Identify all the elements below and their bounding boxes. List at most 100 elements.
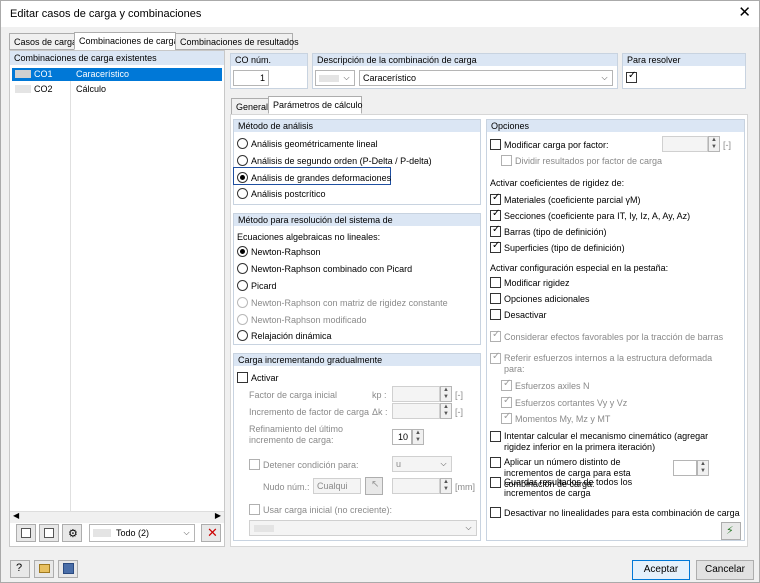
increment-factor-unit: [-] <box>455 407 463 417</box>
divide-results-checkbox[interactable] <box>501 155 512 166</box>
radio-picard[interactable] <box>237 280 248 291</box>
modify-load-input[interactable] <box>662 136 708 152</box>
calculation-settings-icon[interactable]: ⚡ <box>721 522 741 540</box>
favorable-effects-checkbox[interactable] <box>490 329 501 342</box>
co-number-input[interactable]: 1 <box>233 70 269 86</box>
radio-newton-raphson-picard[interactable] <box>237 263 248 274</box>
tab-calculation-parameters[interactable]: Parámetros de cálculo <box>268 96 363 114</box>
tab-general[interactable]: General <box>231 98 269 115</box>
materials-checkbox[interactable] <box>490 192 501 205</box>
save-icon[interactable] <box>58 560 78 578</box>
node-select[interactable]: Cualqui <box>313 478 361 494</box>
help-icon[interactable]: ? <box>10 560 30 578</box>
delete-icon[interactable]: ✕ <box>201 524 221 542</box>
refinement-input[interactable]: 10 <box>392 429 412 445</box>
label-newton-raphson-modified: Newton-Raphson modificado <box>251 315 367 325</box>
modify-load-spinner[interactable]: ▲ ▼ <box>708 136 720 152</box>
analysis-method-header: Método de análisis <box>234 120 480 132</box>
save-results-checkbox[interactable] <box>490 477 501 488</box>
co-number-label: CO núm. <box>231 54 307 66</box>
label-newton-raphson-constant: Newton-Raphson con matriz de rigidez con… <box>251 298 448 308</box>
copy-combination-icon[interactable] <box>39 524 59 542</box>
initial-factor-input[interactable] <box>392 386 440 402</box>
options-header: Opciones <box>487 120 744 132</box>
stop-condition-select[interactable]: u ⌵ <box>392 456 452 472</box>
scroll-left-icon[interactable]: ◀ <box>13 511 19 520</box>
activate-incremental-label: Activar <box>251 373 279 383</box>
pick-node-icon[interactable]: ↖ <box>365 477 383 495</box>
refinement-spinner[interactable]: ▲ ▼ <box>412 429 424 445</box>
description-input[interactable]: Caracerístico ⌵ <box>359 70 613 86</box>
modify-load-checkbox[interactable] <box>490 139 501 150</box>
incremental-load-header: Carga incrementando gradualmente <box>234 354 480 366</box>
color-swatch <box>93 529 111 537</box>
surfaces-checkbox[interactable] <box>490 240 501 253</box>
ok-button[interactable]: Aceptar <box>632 560 690 580</box>
color-select[interactable]: ⌵ <box>315 70 355 86</box>
modify-stiffness-checkbox[interactable] <box>490 277 501 288</box>
radio-postcritical[interactable] <box>237 188 248 199</box>
label-geometric-linear: Análisis geométricamente lineal <box>251 139 378 149</box>
label-dynamic-relaxation: Relajación dinámica <box>251 331 332 341</box>
scroll-right-icon[interactable]: ▶ <box>215 511 221 520</box>
close-icon[interactable]: ✕ <box>738 4 751 22</box>
initial-load-select[interactable]: ⌵ <box>249 520 477 536</box>
label-newton-raphson-picard: Newton-Raphson combinado con Picard <box>251 264 413 274</box>
radio-large-deformation[interactable] <box>237 172 248 183</box>
radio-dynamic-relaxation[interactable] <box>237 330 248 341</box>
color-swatch <box>319 75 339 82</box>
divide-results-label: Dividir resultados por factor de carga <box>515 156 663 166</box>
initial-factor-spinner[interactable]: ▲ ▼ <box>440 386 452 402</box>
deactivate-nonlinear-checkbox[interactable] <box>490 507 501 518</box>
different-increments-spinner[interactable]: ▲ ▼ <box>697 460 709 476</box>
increment-factor-input[interactable] <box>392 403 440 419</box>
horizontal-scrollbar[interactable]: ◀ ▶ <box>10 511 224 523</box>
list-item[interactable]: CO1 Caracerístico <box>12 68 222 81</box>
tab-result-combinations[interactable]: Combinaciones de resultados <box>175 33 299 50</box>
bars-label: Barras (tipo de definición) <box>504 227 607 237</box>
stop-condition-checkbox[interactable] <box>249 459 260 470</box>
tab-load-cases[interactable]: Casos de carga <box>9 33 77 50</box>
additional-options-checkbox[interactable] <box>490 293 501 304</box>
different-increments-checkbox[interactable] <box>490 457 501 468</box>
chevron-down-icon: ⌵ <box>183 528 190 537</box>
filter-select[interactable]: Todo (2) ⌵ <box>89 524 195 542</box>
different-increments-input[interactable] <box>673 460 697 476</box>
sections-checkbox[interactable] <box>490 208 501 221</box>
mechanism-checkbox[interactable] <box>490 431 501 442</box>
save-results-label: Guardar resultados de todos los incremen… <box>504 477 633 498</box>
list-item[interactable]: CO2 Cálculo <box>12 83 222 96</box>
refinement-label: Refinamiento del último incremento de ca… <box>249 424 344 445</box>
refer-forces-checkbox[interactable] <box>490 351 501 364</box>
mechanism-label: Intentar calcular el mecanismo cinemátic… <box>504 431 709 452</box>
radio-newton-raphson-modified[interactable] <box>237 314 248 325</box>
radio-geometric-linear[interactable] <box>237 138 248 149</box>
initial-load-checkbox[interactable] <box>249 504 260 515</box>
chevron-down-icon: ⌵ <box>465 523 472 532</box>
radio-newton-raphson[interactable] <box>237 246 248 257</box>
to-solve-checkbox[interactable] <box>626 70 637 83</box>
combination-name: Caracerístico <box>76 69 130 79</box>
title-bar: Editar casos de carga y combinaciones ✕ <box>1 1 759 27</box>
axial-forces-checkbox[interactable] <box>501 378 512 391</box>
open-folder-icon[interactable] <box>34 560 54 578</box>
radio-newton-raphson-constant[interactable] <box>237 297 248 308</box>
tab-load-combinations[interactable]: Combinaciones de carga <box>74 32 179 50</box>
combination-wizard-icon[interactable]: ⚙ <box>62 524 82 542</box>
moments-checkbox[interactable] <box>501 411 512 424</box>
increment-factor-spinner[interactable]: ▲ ▼ <box>440 403 452 419</box>
dialog-window: Editar casos de carga y combinaciones ✕ … <box>0 0 760 583</box>
co-number-group: CO núm. 1 <box>230 53 308 89</box>
radio-second-order[interactable] <box>237 155 248 166</box>
deactivate-checkbox[interactable] <box>490 309 501 320</box>
to-solve-group: Para resolver <box>622 53 746 89</box>
bars-checkbox[interactable] <box>490 224 501 237</box>
new-combination-icon[interactable] <box>16 524 36 542</box>
cancel-button[interactable]: Cancelar <box>696 560 754 580</box>
node-value-unit: [mm] <box>455 482 475 492</box>
node-value-spinner[interactable]: ▲ ▼ <box>440 478 452 494</box>
node-value-input[interactable] <box>392 478 440 494</box>
shear-forces-checkbox[interactable] <box>501 395 512 408</box>
activate-incremental-checkbox[interactable] <box>237 372 248 383</box>
combinations-header: Combinaciones de carga existentes <box>10 51 224 65</box>
